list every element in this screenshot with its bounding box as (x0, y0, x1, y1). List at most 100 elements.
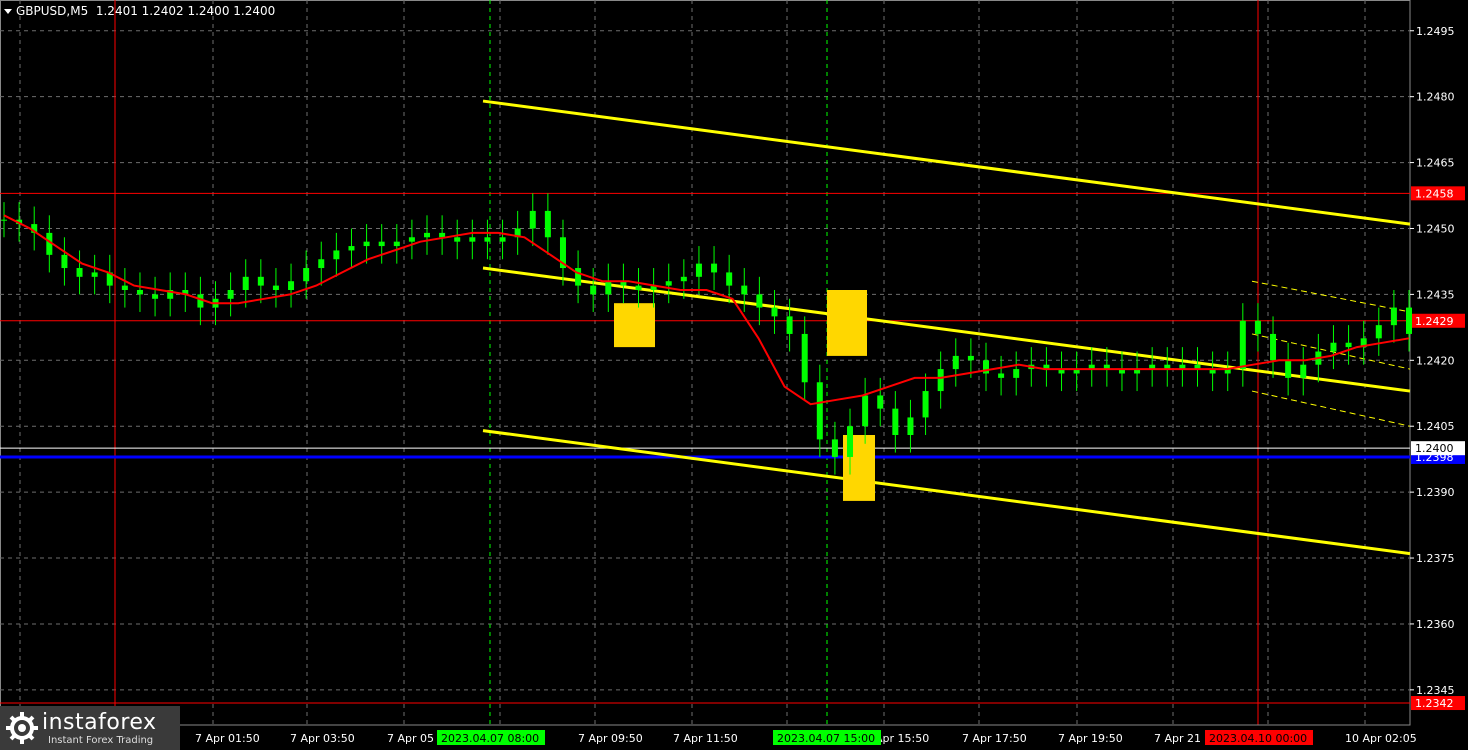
candle-body (454, 237, 461, 242)
candle-body (136, 290, 143, 295)
level-badge-label: 1.2429 (1415, 315, 1454, 328)
x-highlight-label: 2023.04.10 00:00 (1209, 732, 1307, 745)
candle-body (348, 246, 355, 251)
y-tick-label: 1.2435 (1416, 288, 1455, 301)
candle-body (952, 355, 959, 370)
y-tick-label: 1.2405 (1416, 420, 1455, 433)
price-axis: 1.2495 1.2480 1.2465 1.2450 1.2435 1.2420 1.24… (1410, 25, 1455, 697)
candle-body (680, 276, 687, 282)
candle-body (318, 259, 325, 269)
x-tick-label: 7 Apr 11:50 (673, 732, 738, 745)
collapse-triangle-icon[interactable] (4, 9, 12, 14)
candle-body (771, 307, 778, 317)
candle-body (605, 281, 612, 295)
candle-body (378, 241, 385, 247)
candle-body (831, 439, 838, 457)
x-tick-label: 7 Apr 17:50 (962, 732, 1027, 745)
level-badge-label: 1.2400 (1415, 442, 1454, 455)
x-tick-label: 7 Apr 05 (387, 732, 434, 745)
candle-body (1375, 325, 1382, 339)
candle-body (1285, 360, 1292, 378)
gear-logo-icon (6, 712, 38, 744)
channel-line-dashed (1251, 280, 1411, 313)
candle-body (91, 272, 98, 277)
x-tick-label: 7 Apr 21 (1154, 732, 1201, 745)
channel-line-dashed (1251, 390, 1411, 427)
brand-tagline: Instant Forex Trading (48, 735, 154, 746)
candle-body (1254, 320, 1261, 334)
signal-marker (827, 290, 867, 356)
candle-body (590, 285, 597, 295)
candle-body (1345, 342, 1352, 348)
candle-body (393, 241, 400, 247)
channel-line (482, 99, 1411, 226)
candle-body (801, 333, 808, 383)
candle-body (1406, 307, 1412, 334)
level-badge-label: 1.2342 (1415, 697, 1454, 710)
brand-name: instaforex (42, 710, 157, 735)
moving-average-line (3, 214, 1410, 406)
time-axis: 7 Apr 01:50 7 Apr 03:50 7 Apr 05 7 Apr 09:5… (0, 724, 1417, 745)
candle-body (1270, 333, 1277, 361)
candle-body (288, 281, 295, 290)
candle-body (756, 294, 763, 308)
candle-body (711, 263, 718, 273)
candle-body (499, 237, 506, 242)
candle-body (529, 210, 536, 229)
candle-body (877, 395, 884, 409)
candle-body (424, 232, 431, 238)
candle-body (484, 237, 491, 242)
candle-body (907, 417, 914, 435)
candle-body (227, 290, 234, 299)
candle-body (469, 237, 476, 242)
candle-body (695, 263, 702, 277)
candle-body (937, 369, 944, 392)
ohlc-quotes: 1.2401 1.2402 1.2400 1.2400 (95, 4, 276, 18)
candle-body (967, 355, 974, 361)
candle-body (439, 232, 446, 238)
candle-body (303, 268, 310, 282)
chart-header: GBPUSD,M5 1.2401 1.2402 1.2400 1.2400 (4, 4, 275, 18)
candle-body (76, 268, 83, 277)
candle-body (892, 408, 899, 435)
signal-markers (614, 290, 875, 501)
moving-average (3, 214, 1410, 406)
candle-body (726, 272, 733, 286)
candle-body (922, 391, 929, 418)
candle-body (1239, 320, 1246, 370)
candle-body (242, 276, 249, 290)
candle-body (635, 285, 642, 290)
candle-body (121, 285, 128, 290)
signal-marker (614, 303, 655, 348)
y-tick-label: 1.2390 (1416, 486, 1455, 499)
candle-body (816, 382, 823, 440)
x-tick-label: 7 Apr 01:50 (195, 732, 260, 745)
candle-body (847, 426, 854, 457)
channel-line (482, 429, 1411, 556)
x-highlight-label: 2023.04.07 15:00 (777, 732, 875, 745)
y-tick-label: 1.2495 (1416, 25, 1455, 38)
x-tick-label: Apr 15:50 (875, 732, 929, 745)
candle-body (544, 210, 551, 238)
candle-body (741, 285, 748, 295)
x-tick-label: 7 Apr 19:50 (1058, 732, 1123, 745)
candle-body (862, 395, 869, 427)
session-lines (114, 0, 1259, 725)
x-tick-label: 7 Apr 09:50 (578, 732, 643, 745)
level-badge-label: 1.2458 (1415, 187, 1454, 200)
candle-body (1390, 307, 1397, 326)
candle-body (152, 294, 159, 299)
candle-body (257, 276, 264, 286)
candle-body (408, 237, 415, 242)
brand-logo: instaforex Instant Forex Trading (0, 706, 180, 750)
y-tick-label: 1.2450 (1416, 222, 1455, 235)
candle-body (1, 219, 7, 221)
symbol-label: GBPUSD,M5 (16, 4, 89, 18)
candle-body (998, 373, 1005, 378)
candle-body (61, 254, 68, 269)
candle-body (1330, 342, 1337, 352)
x-highlight-label: 2023.04.07 08:00 (441, 732, 539, 745)
candle-body (786, 316, 793, 334)
candle-body (363, 241, 370, 247)
y-tick-label: 1.2345 (1416, 684, 1455, 697)
